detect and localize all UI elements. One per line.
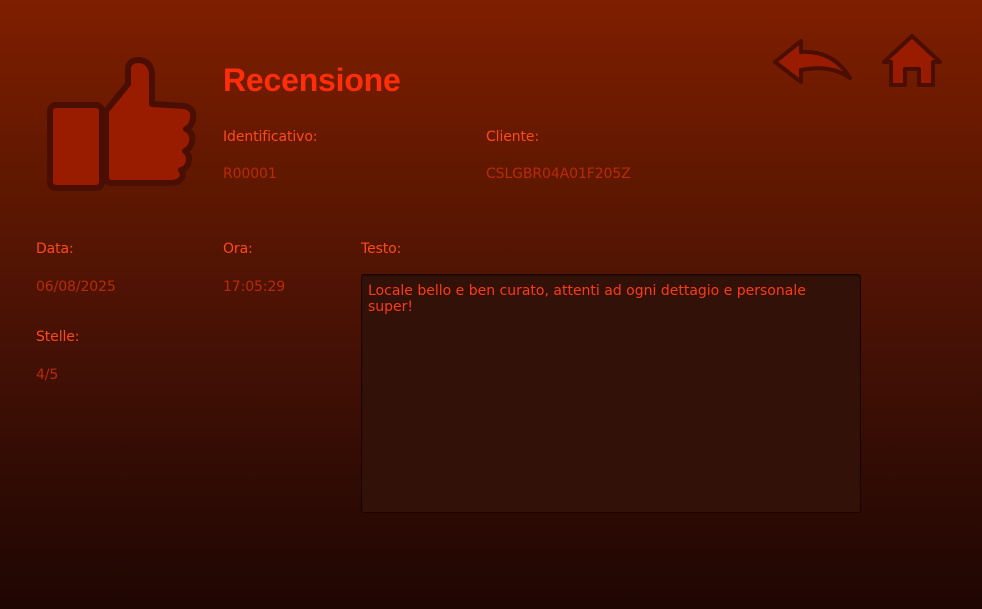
thumbs-up-icon [47,57,197,191]
testo-label: Testo: [361,241,402,257]
data-value: 06/08/2025 [36,279,116,295]
home-icon[interactable] [881,33,943,89]
page-title: Recensione [223,62,401,98]
stelle-label: Stelle: [36,329,80,345]
identificativo-value: R00001 [223,166,277,182]
identificativo-label: Identificativo: [223,129,318,145]
cliente-value: CSLGBR04A01F205Z [486,166,631,182]
back-arrow-icon[interactable] [771,36,853,88]
cliente-label: Cliente: [486,129,540,145]
ora-label: Ora: [223,241,253,257]
ora-value: 17:05:29 [223,279,286,295]
data-label: Data: [36,241,74,257]
stelle-value: 4/5 [36,367,59,383]
testo-textarea[interactable]: Locale bello e ben curato, attenti ad og… [361,274,861,513]
